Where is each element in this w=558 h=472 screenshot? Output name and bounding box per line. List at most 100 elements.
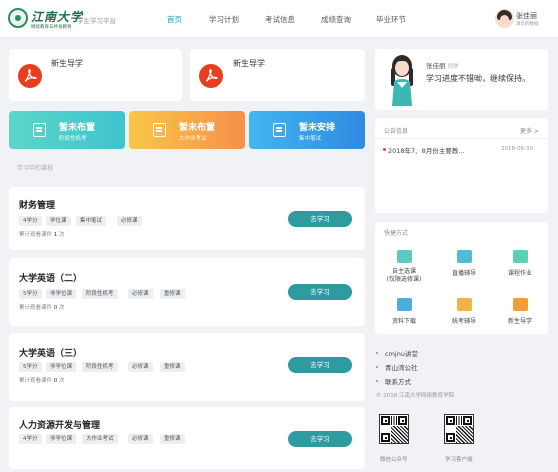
bullet <box>376 380 378 382</box>
qr-caption: 微信公众号 <box>380 457 408 463</box>
course-select-icon[interactable] <box>397 250 412 263</box>
user-avatar[interactable] <box>495 9 514 28</box>
course-tag: 重修课 <box>160 289 185 299</box>
course-tag: 阶段性机考 <box>82 289 118 299</box>
bullet <box>376 352 378 354</box>
quick-item-label[interactable]: 资料下载 <box>374 316 434 325</box>
course-title: 大学英语（三） <box>19 349 83 359</box>
pdf-icon <box>199 64 223 88</box>
app-qr-code <box>444 414 474 444</box>
course-tag: 5学分 <box>19 362 42 372</box>
user-name[interactable]: 张佳丽 <box>516 11 537 21</box>
freshman-guide-icon[interactable] <box>513 298 528 311</box>
course-progress: 累计观看课件 0 次 <box>19 305 65 311</box>
study-button[interactable]: 去学习 <box>288 211 352 227</box>
wechat-qr-code <box>379 414 409 444</box>
nav-home[interactable]: 首页 <box>167 14 182 25</box>
top-bar: 江南大学 继续教育与终身教育 学生学习平台 首页 学习计划 考试信息 成绩查询 … <box>0 0 558 38</box>
brand-name: 江南大学 <box>31 10 84 24</box>
edit-icon <box>273 123 286 137</box>
course-tag: 学位课 <box>46 216 71 226</box>
course-tag: 非学位课 <box>46 362 77 372</box>
profile-card: 张佳丽 同学 学习进度不错呦，继续保持。 <box>375 49 548 110</box>
platform-name: 学生学习平台 <box>77 17 116 25</box>
course-tag: 4学分 <box>19 434 42 444</box>
university-logo <box>8 8 28 28</box>
course-tag: 阶段性机考 <box>82 362 118 372</box>
nav-graduation[interactable]: 毕业环节 <box>376 14 406 25</box>
study-button[interactable]: 去学习 <box>288 357 352 373</box>
profile-motto: 学习进度不错呦，继续保持。 <box>426 74 530 83</box>
course-title: 人力资源开发与管理 <box>19 421 101 431</box>
footer-link[interactable]: 青山湾公社 <box>385 362 418 372</box>
qr-caption: 学习客户端 <box>445 457 473 463</box>
nav-grade-query[interactable]: 成绩查询 <box>321 14 351 25</box>
quick-item-label[interactable]: 新生导学 <box>490 316 550 325</box>
course-tag: 大作业考试 <box>82 434 118 444</box>
tile-title: 暂未安排 <box>299 123 336 133</box>
download-icon[interactable] <box>397 298 412 311</box>
study-button[interactable]: 去学习 <box>288 431 352 447</box>
section-label: 学习中的课程 <box>17 165 54 172</box>
guide-card-1[interactable]: 新生导学 <box>9 49 182 101</box>
course-tag: 非学位课 <box>46 434 77 444</box>
footer-link[interactable]: 联系方式 <box>385 376 411 386</box>
live-tutoring-icon[interactable] <box>457 250 472 263</box>
course-tag: 必修课 <box>128 362 153 372</box>
course-tag: 重修课 <box>160 362 185 372</box>
course-tag: 必修课 <box>128 289 153 299</box>
guide-card-2[interactable]: 新生导学 <box>190 49 365 101</box>
notice-item[interactable]: 2018年7、8月份主要教... <box>388 145 465 155</box>
tile-assignment-exam[interactable]: 暂未布置 大作业考试 <box>129 111 245 149</box>
tile-written-exam[interactable]: 暂未安排 集中笔试 <box>249 111 365 149</box>
study-button[interactable]: 去学习 <box>288 284 352 300</box>
course-tag: 5学分 <box>19 289 42 299</box>
quick-item-label[interactable]: 自主选课 (仅限选修课) <box>374 268 434 284</box>
quick-item-label[interactable]: 统考辅导 <box>434 316 494 325</box>
tile-title: 暂未布置 <box>59 123 96 133</box>
copyright: © 2018 江南大学网络教育学院 <box>376 393 454 399</box>
document-icon <box>33 123 46 137</box>
quick-label: 快捷方式 <box>384 230 409 237</box>
tile-stage-exam[interactable]: 暂未布置 阶段性机考 <box>9 111 125 149</box>
notice-label: 公告信息 <box>384 128 409 135</box>
course-card: 人力资源开发与管理 4学分 非学位课 大作业考试 必修课 重修课 去学习 <box>9 407 365 469</box>
nav-study-plan[interactable]: 学习计划 <box>209 14 239 25</box>
course-title: 大学英语（二） <box>19 274 83 284</box>
user-subtitle: 演示的数据 <box>516 22 539 27</box>
tile-subtitle: 阶段性机考 <box>59 136 87 142</box>
document-icon <box>153 123 166 137</box>
notice-date: 2018-06-30 <box>501 146 533 152</box>
quick-item-label[interactable]: 直播辅导 <box>434 268 494 277</box>
course-tag: 必修课 <box>117 216 142 226</box>
homework-icon[interactable] <box>513 250 528 263</box>
course-tag: 集中笔试 <box>76 216 107 226</box>
notice-more-link[interactable]: 更多 > <box>520 126 539 135</box>
divider <box>375 138 548 139</box>
student-illustration-icon <box>391 55 413 106</box>
course-progress: 累计观看课件 0 次 <box>19 378 65 384</box>
course-card: 大学英语（三） 5学分 非学位课 阶段性机考 必修课 重修课 累计观看课件 0 … <box>9 333 365 401</box>
notice-dot <box>383 148 386 151</box>
exam-tutoring-icon[interactable] <box>457 298 472 311</box>
guide-title: 新生导学 <box>51 59 83 68</box>
pdf-icon <box>18 64 42 88</box>
course-tag: 必修课 <box>128 434 153 444</box>
quick-item-label[interactable]: 课程作业 <box>490 268 550 277</box>
brand-subtitle: 继续教育与终身教育 <box>31 25 72 30</box>
course-tag: 重修课 <box>160 434 185 444</box>
tile-subtitle: 大作业考试 <box>179 136 207 142</box>
course-title: 财务管理 <box>19 201 56 211</box>
guide-title: 新生导学 <box>233 59 265 68</box>
footer-link[interactable]: cmjnu讲堂 <box>385 348 418 358</box>
course-card: 财务管理 4学分 学位课 集中笔试 必修课 累计观看课件 1 次 去学习 <box>9 187 365 250</box>
notice-panel: 公告信息 更多 > <box>375 118 548 213</box>
nav-exam-info[interactable]: 考试信息 <box>265 14 295 25</box>
tile-subtitle: 集中笔试 <box>299 136 322 142</box>
course-tag: 4学分 <box>19 216 42 226</box>
course-card: 大学英语（二） 5学分 非学位课 阶段性机考 必修课 重修课 累计观看课件 0 … <box>9 258 365 326</box>
profile-name: 张佳丽 同学 <box>426 62 459 70</box>
course-tag: 非学位课 <box>46 289 77 299</box>
bullet <box>376 366 378 368</box>
tile-title: 暂未布置 <box>179 123 216 133</box>
